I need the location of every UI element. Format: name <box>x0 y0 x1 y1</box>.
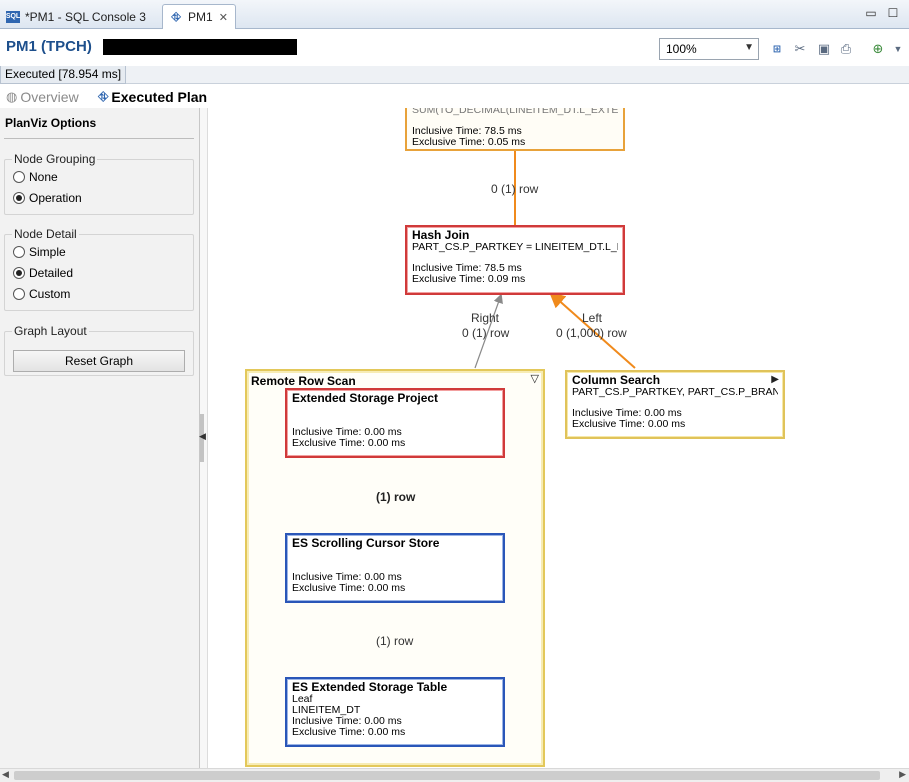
status-text: Executed [78.954 ms] <box>0 66 127 84</box>
radio-button-selected[interactable] <box>13 266 25 279</box>
node-detail-label: Node Detail <box>14 227 77 241</box>
globe-icon: ◍ <box>6 89 18 104</box>
radio-detail-detailed[interactable]: Detailed <box>5 262 193 283</box>
tab-executed-plan-label: Executed Plan <box>111 89 208 105</box>
editor-tab-bar: SQL *PM1 - SQL Console 3 ⛗ PM1 ✕ ▭ ☐ <box>0 0 909 29</box>
tab-sql-console[interactable]: SQL *PM1 - SQL Console 3 <box>0 4 162 29</box>
tab-plan-label: PM1 <box>188 10 213 24</box>
planviz-options-panel: PlanViz Options Node Grouping None Opera… <box>0 108 200 768</box>
node-title: Extended Storage Project <box>292 391 439 405</box>
radio-detail-custom[interactable]: Custom <box>5 283 193 304</box>
node-title: ES Scrolling Cursor Store <box>292 536 440 550</box>
zoom-select[interactable]: 100% ▼ <box>659 38 759 60</box>
edge-label-rows: (1) row <box>376 490 416 504</box>
node-title: Column Search <box>572 373 661 387</box>
node-exclusive-time: Exclusive Time: 0.05 ms <box>412 136 526 148</box>
edge-label-rows: 0 (1) row <box>491 182 539 196</box>
extended-storage-project-node[interactable]: Extended Storage Project Inclusive Time:… <box>285 388 505 458</box>
group-title: Remote Row Scan <box>251 374 356 388</box>
sql-icon: SQL <box>6 10 20 23</box>
node-exclusive-time: Exclusive Time: 0.00 ms <box>292 437 406 449</box>
edge-label-rows: 0 (1) row <box>462 326 510 340</box>
edge-label-left: Left <box>582 311 603 325</box>
radio-grouping-none[interactable]: None <box>5 166 193 187</box>
maximize-icon[interactable]: ☐ <box>886 6 900 20</box>
scroll-left-icon[interactable]: ◀ <box>2 769 9 780</box>
edge-label-rows: (1) row <box>376 634 414 648</box>
minimize-icon[interactable]: ▭ <box>864 6 878 20</box>
radio-button-selected[interactable] <box>13 191 25 204</box>
horizontal-scrollbar[interactable]: ◀ ▶ <box>0 768 909 782</box>
page-title: PM1 (TPCH) <box>6 38 92 55</box>
view-tabs: ◍ Overview ⛗ Executed Plan <box>0 86 909 108</box>
plan-icon: ⛗ <box>98 89 109 104</box>
node-title: ES Extended Storage Table <box>292 680 448 694</box>
divider <box>4 138 194 139</box>
radio-label: Simple <box>29 244 66 259</box>
es-scrolling-cursor-store-node[interactable]: ES Scrolling Cursor Store Inclusive Time… <box>285 533 505 603</box>
edge-label-rows: 0 (1,000) row <box>556 326 627 340</box>
print-icon[interactable]: ⎙ <box>838 41 854 57</box>
tab-overview-label: Overview <box>20 89 79 105</box>
tab-sql-console-label: *PM1 - SQL Console 3 <box>25 9 146 24</box>
node-title: Hash Join <box>412 228 470 242</box>
collapse-left-icon[interactable]: ◀ <box>199 431 206 442</box>
radio-button[interactable] <box>13 287 25 300</box>
expand-icon[interactable]: ▶ <box>771 374 779 385</box>
collapse-icon[interactable]: ▽ <box>531 372 539 385</box>
status-bar: Executed [78.954 ms] <box>0 66 909 84</box>
node-grouping-label: Node Grouping <box>14 152 96 166</box>
node-grouping-group: Node Grouping None Operation <box>4 152 194 215</box>
node-exclusive-time: Exclusive Time: 0.00 ms <box>292 726 406 738</box>
chevron-down-icon[interactable]: ▼ <box>890 41 906 57</box>
radio-label: Custom <box>29 286 71 301</box>
zoom-value: 100% <box>666 42 697 56</box>
aggregation-node[interactable]: SUM(TO_DECIMAL(LINEITEM_DT.L_EXTEN... In… <box>405 108 625 151</box>
graph-layout-group: Graph Layout Reset Graph <box>4 324 194 376</box>
column-search-node[interactable]: Column Search PART_CS.P_PARTKEY, PART_CS… <box>565 370 785 439</box>
tab-executed-plan[interactable]: ⛗ Executed Plan <box>98 89 207 105</box>
cut-icon[interactable]: ✂ <box>792 41 808 57</box>
reset-graph-button[interactable]: Reset Graph <box>13 350 185 372</box>
panel-splitter[interactable]: ◀ <box>199 108 208 768</box>
tab-overview[interactable]: ◍ Overview <box>6 89 79 105</box>
node-detail: PART_CS.P_PARTKEY, PART_CS.P_BRAND, ... <box>572 387 778 398</box>
options-title: PlanViz Options <box>5 116 97 130</box>
plan-icon: ⛗ <box>171 9 181 24</box>
scrollbar-thumb[interactable] <box>14 771 880 780</box>
node-detail-group: Node Detail Simple Detailed Custom <box>4 227 194 311</box>
radio-detail-simple[interactable]: Simple <box>5 241 193 262</box>
radio-label: Operation <box>29 190 82 205</box>
graph-layout-label: Graph Layout <box>14 324 87 338</box>
edge-label-right: Right <box>471 311 500 325</box>
save-icon[interactable]: ▣ <box>816 41 832 57</box>
node-exclusive-time: Exclusive Time: 0.09 ms <box>412 273 526 285</box>
node-exclusive-time: Exclusive Time: 0.00 ms <box>292 582 406 594</box>
radio-button[interactable] <box>13 245 25 258</box>
radio-label: Detailed <box>29 265 74 280</box>
close-icon[interactable]: ✕ <box>219 11 228 24</box>
node-exclusive-time: Exclusive Time: 0.00 ms <box>572 418 686 430</box>
node-detail: SUM(TO_DECIMAL(LINEITEM_DT.L_EXTEN... <box>412 108 618 116</box>
editor-header: PM1 (TPCH) 100% ▼ ⊞ ✂ ▣ ⎙ ⊕ ▼ <box>0 30 909 66</box>
scroll-right-icon[interactable]: ▶ <box>899 769 906 780</box>
tab-plan[interactable]: ⛗ PM1 ✕ <box>162 4 236 29</box>
plan-graph-canvas[interactable]: SUM(TO_DECIMAL(LINEITEM_DT.L_EXTEN... In… <box>209 108 909 768</box>
radio-label: None <box>29 169 58 184</box>
plan-tree-icon[interactable]: ⊕ <box>870 41 886 57</box>
radio-button[interactable] <box>13 170 25 183</box>
es-extended-storage-table-node[interactable]: ES Extended Storage Table Leaf LINEITEM_… <box>285 677 505 747</box>
radio-grouping-operation[interactable]: Operation <box>5 187 193 208</box>
sql-icon[interactable]: ⊞ <box>769 41 785 57</box>
node-detail: PART_CS.P_PARTKEY = LINEITEM_DT.L_PA... <box>412 242 618 253</box>
redacted-bar <box>103 39 297 55</box>
chevron-down-icon: ▼ <box>744 42 754 53</box>
hash-join-node[interactable]: Hash Join PART_CS.P_PARTKEY = LINEITEM_D… <box>405 225 625 295</box>
